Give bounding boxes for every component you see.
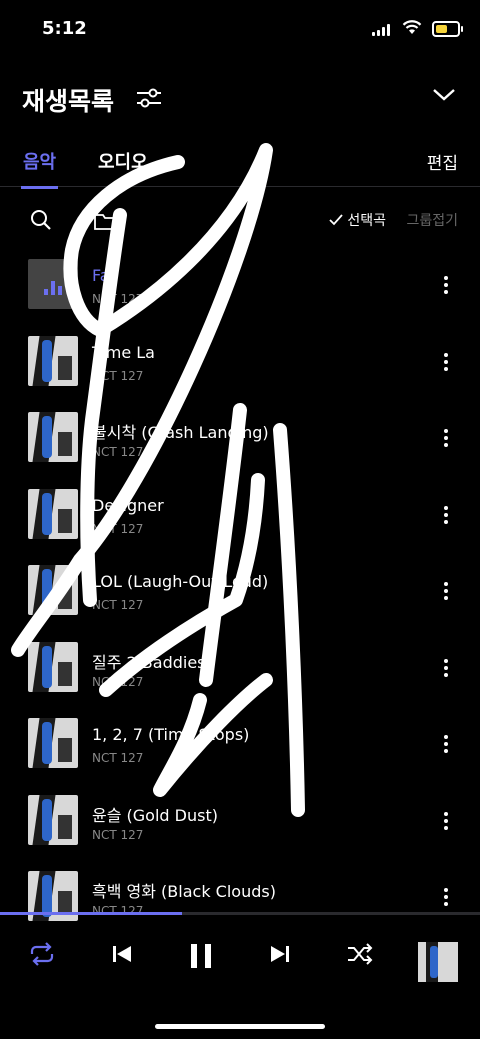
- playback-progress-fill: [0, 912, 183, 915]
- playlist-header: 재생목록: [22, 78, 460, 118]
- song-artist: NCT 127: [92, 904, 144, 918]
- list-item[interactable]: LOL (Laugh-Out-Loud) NCT 127: [0, 552, 480, 629]
- song-list: Fa NCT 127 Time La NCT 127 불시착 (Crash La…: [0, 246, 480, 935]
- more-options-icon[interactable]: [444, 888, 448, 908]
- song-title: 질주 2 Baddies): [92, 652, 212, 672]
- album-art: [28, 259, 78, 309]
- song-artist: NCT 127: [92, 292, 144, 306]
- list-item[interactable]: 1, 2, 7 (Time Stops) NCT 127: [0, 705, 480, 782]
- album-art: [28, 565, 78, 615]
- list-toolbar: 선택곡 그룹접기: [0, 200, 480, 240]
- next-track-icon[interactable]: [268, 942, 292, 966]
- check-icon: [329, 214, 344, 226]
- album-art: [28, 718, 78, 768]
- album-art: [28, 335, 78, 386]
- selected-songs-label: 선택곡: [347, 213, 386, 229]
- song-title: 흑백 영화 (Black Clouds): [92, 882, 276, 901]
- now-playing-album-art[interactable]: [418, 942, 458, 982]
- wifi-icon: [402, 20, 422, 34]
- more-options-icon[interactable]: [444, 658, 448, 679]
- filter-settings-icon[interactable]: [136, 87, 162, 109]
- song-artist: NCT 127: [92, 827, 144, 842]
- shuffle-icon[interactable]: [346, 942, 374, 966]
- list-item[interactable]: 불시착 (Crash Landing) NCT 127: [0, 399, 480, 476]
- playback-progress[interactable]: [0, 912, 480, 915]
- more-options-icon[interactable]: [444, 276, 448, 296]
- song-title: Designer: [92, 495, 164, 515]
- repeat-icon[interactable]: [28, 942, 56, 966]
- chevron-down-icon[interactable]: [432, 88, 456, 102]
- previous-track-icon[interactable]: [110, 942, 134, 966]
- more-options-icon[interactable]: [444, 429, 448, 449]
- song-title: 윤슬 (Gold Dust): [92, 805, 218, 825]
- cellular-signal-icon: [372, 24, 390, 36]
- album-art: [28, 794, 78, 845]
- now-playing-icon: [44, 279, 62, 295]
- more-options-icon[interactable]: [444, 582, 448, 602]
- selected-songs-button[interactable]: 선택곡: [329, 210, 386, 230]
- song-title: 불시착 (Crash Landing): [92, 423, 269, 442]
- song-title: Time La: [92, 342, 155, 362]
- song-artist: NCT 127: [92, 751, 144, 765]
- tab-bar: 음악 오디오 편집: [0, 140, 480, 189]
- edit-button[interactable]: 편집: [427, 149, 458, 174]
- mini-player: [0, 920, 480, 1000]
- status-time: 5:12: [42, 18, 87, 39]
- album-art: [28, 412, 78, 462]
- search-icon[interactable]: [30, 209, 52, 231]
- more-options-icon[interactable]: [444, 811, 448, 832]
- list-item[interactable]: Fa NCT 127: [0, 246, 480, 323]
- more-options-icon[interactable]: [444, 505, 448, 526]
- song-title: Fa: [92, 266, 110, 285]
- more-options-icon[interactable]: [444, 352, 448, 373]
- folder-icon[interactable]: [94, 212, 118, 230]
- list-item[interactable]: 질주 2 Baddies) NCT 127: [0, 629, 480, 706]
- list-item[interactable]: Designer NCT 127: [0, 476, 480, 553]
- list-item[interactable]: Time La NCT 127: [0, 323, 480, 400]
- battery-icon: [432, 21, 463, 37]
- more-options-icon[interactable]: [444, 735, 448, 755]
- pause-icon[interactable]: [188, 942, 214, 970]
- home-indicator: [155, 1024, 325, 1029]
- status-bar: 5:12: [0, 0, 480, 60]
- page-title: 재생목록: [22, 87, 115, 116]
- tab-music[interactable]: 음악: [20, 148, 59, 189]
- song-title: LOL (Laugh-Out-Loud): [92, 572, 269, 591]
- song-artist: NCT 127: [92, 445, 144, 459]
- group-collapse-button[interactable]: 그룹접기: [406, 210, 458, 230]
- song-artist: NCT 127: [92, 368, 144, 383]
- song-title: 1, 2, 7 (Time Stops): [92, 725, 250, 744]
- song-artist: NCT 127: [92, 521, 144, 536]
- song-artist: NCT 127: [92, 598, 144, 612]
- tab-audio[interactable]: 오디오: [98, 148, 148, 174]
- song-artist: NCT 127: [92, 674, 144, 689]
- album-art: [28, 488, 78, 539]
- list-item[interactable]: 윤슬 (Gold Dust) NCT 127: [0, 782, 480, 859]
- album-art: [28, 641, 78, 692]
